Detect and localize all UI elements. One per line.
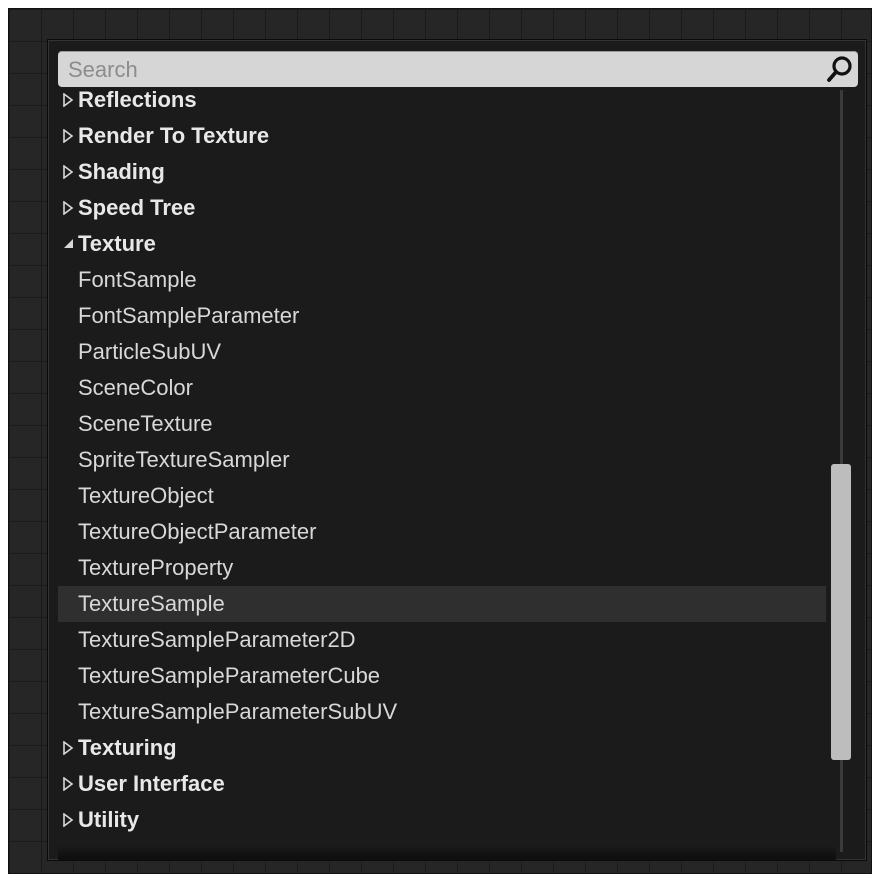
list-item[interactable]: SceneTexture — [58, 406, 826, 442]
collapsed-arrow-icon[interactable] — [60, 190, 76, 226]
item-label: SpriteTextureSampler — [78, 447, 290, 472]
item-label: TextureSample — [78, 591, 225, 616]
search-icon[interactable] — [826, 55, 854, 83]
collapsed-arrow-icon[interactable] — [60, 154, 76, 190]
list-item[interactable]: SpriteTextureSampler — [58, 442, 826, 478]
collapsed-arrow-icon[interactable] — [60, 82, 76, 118]
list-item[interactable]: TextureObjectParameter — [58, 514, 826, 550]
collapsed-arrow-icon[interactable] — [60, 118, 76, 154]
category-row[interactable]: Shading — [58, 154, 826, 190]
expanded-arrow-icon[interactable] — [60, 226, 76, 262]
category-label: Utility — [78, 807, 140, 832]
scrollbar-thumb[interactable] — [831, 464, 851, 760]
item-label: TextureObject — [78, 483, 214, 508]
item-label: TextureProperty — [78, 555, 234, 580]
list-item[interactable]: SceneColor — [58, 370, 826, 406]
list-fade — [58, 846, 836, 860]
category-row[interactable]: Utility — [58, 802, 826, 838]
item-label: TextureSampleParameterSubUV — [78, 699, 398, 724]
category-label: Shading — [78, 159, 165, 184]
list-item[interactable]: FontSampleParameter — [58, 298, 826, 334]
graph-background: Reflections Render To Texture Shading Speed… — [8, 8, 872, 874]
category-row[interactable]: Render To Texture — [58, 118, 826, 154]
category-row[interactable]: User Interface — [58, 766, 826, 802]
collapsed-arrow-icon[interactable] — [60, 766, 76, 802]
category-label: Reflections — [78, 87, 197, 112]
item-label: SceneColor — [78, 375, 193, 400]
category-row[interactable]: Texture — [58, 226, 826, 262]
node-list: Reflections Render To Texture Shading Speed… — [58, 82, 828, 852]
item-label: ParticleSubUV — [78, 339, 222, 364]
category-label: User Interface — [78, 771, 225, 796]
item-label: TextureSampleParameter2D — [78, 627, 356, 652]
collapsed-arrow-icon[interactable] — [60, 802, 76, 838]
list-item[interactable]: TextureObject — [58, 478, 826, 514]
node-picker-panel: Reflections Render To Texture Shading Speed… — [47, 39, 867, 861]
item-label: TextureSampleParameterCube — [78, 663, 381, 688]
category-label: Render To Texture — [78, 123, 270, 148]
list-item[interactable]: ParticleSubUV — [58, 334, 826, 370]
category-row[interactable]: Speed Tree — [58, 190, 826, 226]
list-item[interactable]: TextureSampleParameterCube — [58, 658, 826, 694]
category-label: Speed Tree — [78, 195, 196, 220]
category-row[interactable]: Reflections — [58, 82, 826, 118]
list-item[interactable]: FontSample — [58, 262, 826, 298]
list-item[interactable]: TextureSampleParameterSubUV — [58, 694, 826, 730]
category-label: Texturing — [78, 735, 177, 760]
item-label: SceneTexture — [78, 411, 213, 436]
item-label: TextureObjectParameter — [78, 519, 317, 544]
list-item[interactable]: TextureProperty — [58, 550, 826, 586]
list-item[interactable]: TextureSampleParameter2D — [58, 622, 826, 658]
category-row[interactable]: Texturing — [58, 730, 826, 766]
item-label: FontSample — [78, 267, 197, 292]
item-label: FontSampleParameter — [78, 303, 300, 328]
collapsed-arrow-icon[interactable] — [60, 730, 76, 766]
category-label: Texture — [78, 231, 156, 256]
list-item[interactable]: TextureSample — [58, 586, 826, 622]
